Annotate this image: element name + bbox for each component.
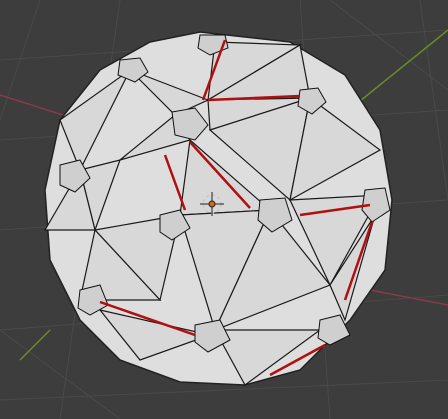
icosphere-mesh[interactable] [43,31,393,386]
3d-viewport[interactable] [0,0,448,419]
viewport-canvas[interactable] [0,0,448,419]
object-origin-icon [208,200,216,208]
x-axis-line-right [369,289,448,306]
y-axis-line [354,29,448,106]
